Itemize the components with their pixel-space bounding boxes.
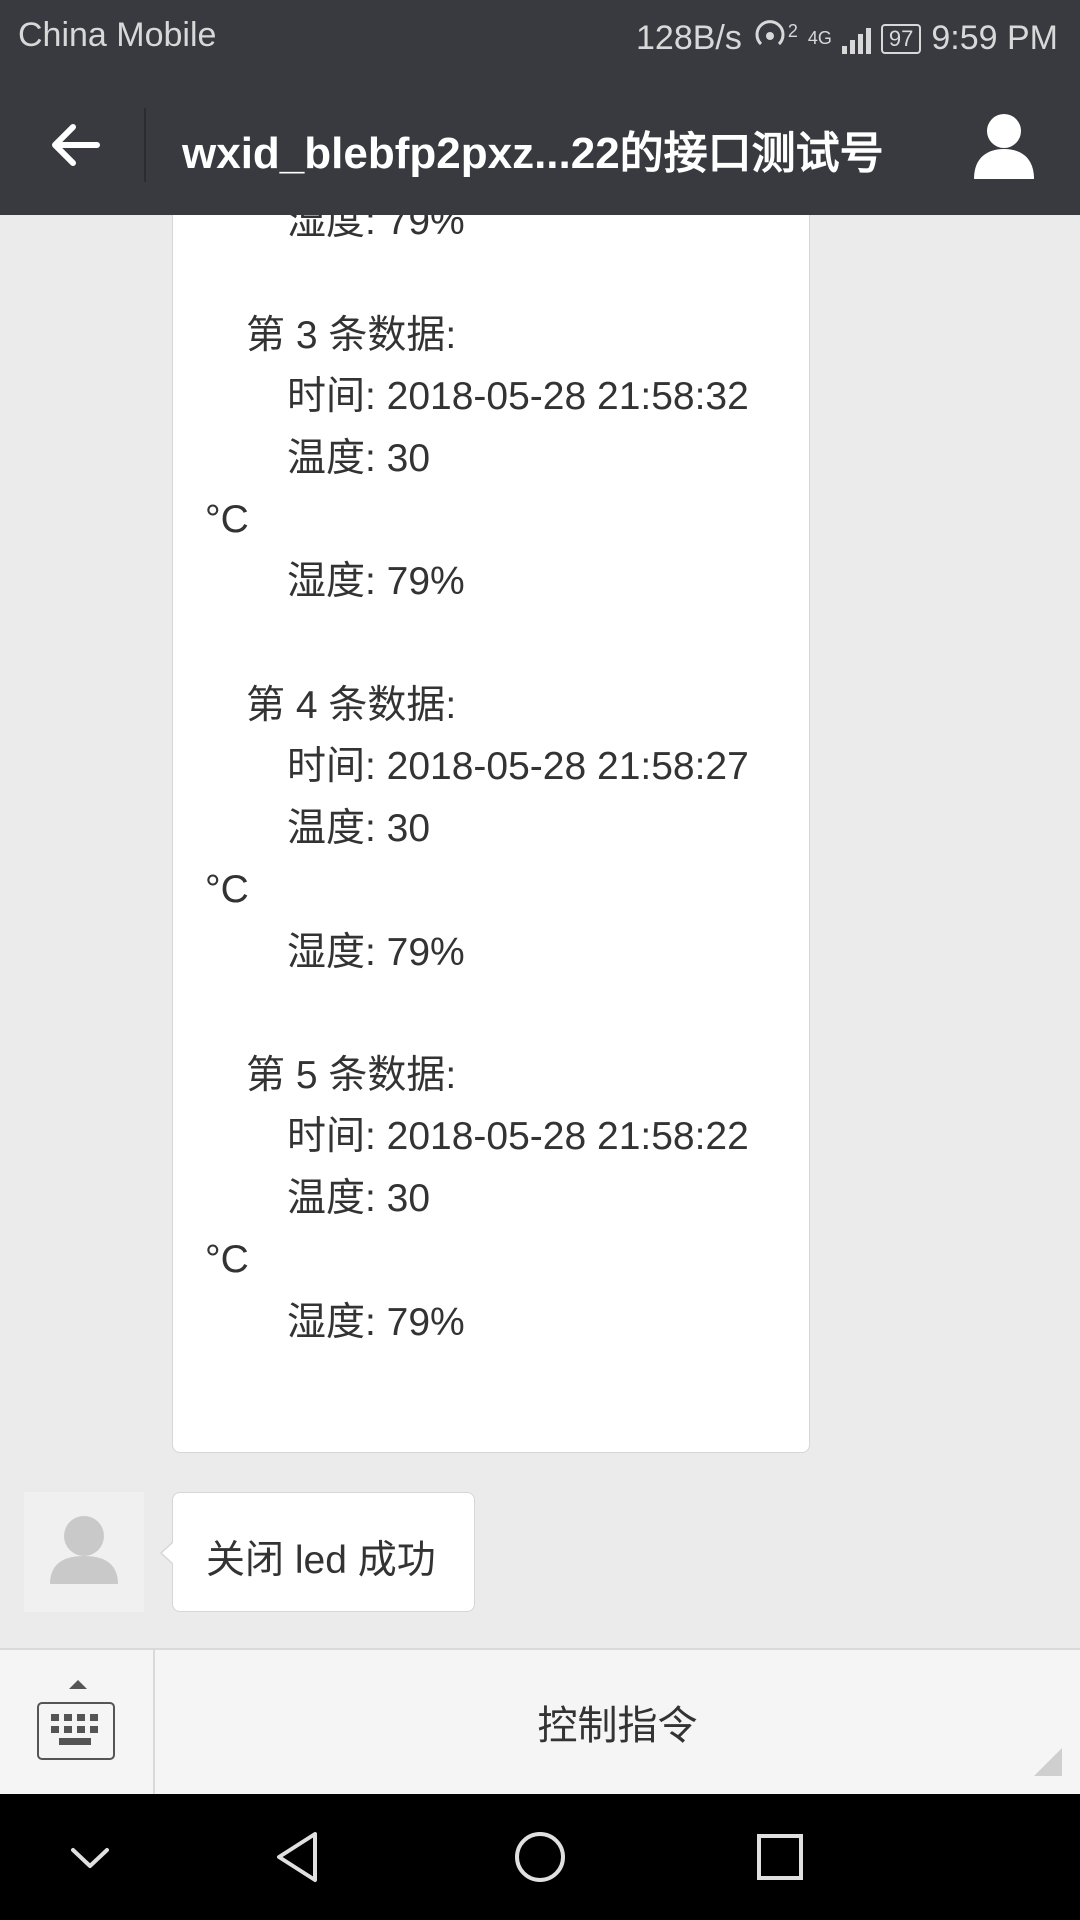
chat-header: wxid_blebfp2pxz...22的接口测试号 [0,75,1080,215]
back-button[interactable] [30,105,120,185]
bottom-menu-bar: 控制指令 [0,1648,1080,1794]
clock: 9:59 PM [931,19,1058,57]
profile-button[interactable] [968,109,1040,181]
chevron-down-icon [71,1848,109,1868]
system-nav-bar [0,1794,1080,1920]
menu-button-control[interactable]: 控制指令 [155,1650,1080,1794]
message-line: 时间: 2018-05-28 21:58:32 [287,375,749,418]
header-divider [144,108,146,182]
message-line: 温度: 30 [287,807,431,850]
keyboard-icon [37,1702,115,1760]
message-line: 湿度: 79% [287,215,465,243]
nav-hide-button[interactable] [55,1822,125,1892]
status-bar: China Mobile 128B/s 2 4G 97 9:59 PM [0,0,1080,75]
message-line: 温度: 30 [287,1177,431,1220]
recents-square-icon [757,1834,803,1880]
back-triangle-icon [277,1832,317,1882]
submenu-corner-icon [1034,1748,1062,1776]
battery-icon: 97 [880,23,922,54]
message-line: 第 4 条数据: [246,684,457,727]
back-arrow-icon [52,124,100,166]
message-line: °C [205,498,249,541]
message-line: °C [205,1238,249,1281]
menu-button-label: 控制指令 [537,1704,698,1748]
avatar[interactable] [24,1492,144,1612]
message-line: 湿度: 79% [287,560,465,603]
message-line: 时间: 2018-05-28 21:58:27 [287,745,749,788]
keyboard-toggle-button[interactable] [0,1650,155,1794]
message-line: 时间: 2018-05-28 21:58:22 [287,1115,749,1158]
person-icon [974,114,1034,179]
message-line: 温度: 30 [287,437,431,480]
message-line: °C [205,868,249,911]
message-line: 第 5 条数据: [246,1054,457,1097]
home-circle-icon [515,1832,565,1882]
message-line: 湿度: 79% [287,931,465,974]
hotspot-icon [752,16,792,61]
carrier-name: China Mobile [18,16,217,54]
page-title: wxid_blebfp2pxz...22的接口测试号 [182,129,884,178]
message-line: 湿度: 79% [287,1301,465,1344]
message-text: 关闭 led 成功 [206,1539,436,1582]
chevron-up-icon [69,1680,87,1689]
nav-home-button[interactable] [505,1822,575,1892]
net-speed: 128B/s [636,19,742,57]
network-type: 4G [807,28,832,48]
message-bubble-data[interactable]: 湿度: 79% 第 3 条数据: 时间: 2018-05-28 21:58:32… [172,215,810,1453]
message-line: 第 3 条数据: [246,314,457,357]
chat-area[interactable]: 湿度: 79% 第 3 条数据: 时间: 2018-05-28 21:58:32… [0,215,1080,1648]
message-bubble-led[interactable]: 关闭 led 成功 [160,1492,475,1612]
default-avatar-icon [50,1516,118,1584]
nav-back-button[interactable] [265,1822,335,1892]
status-indicators: 128B/s 2 4G 97 9:59 PM [636,16,1058,61]
hotspot-count: 2 [787,21,798,41]
nav-recents-button[interactable] [745,1822,815,1892]
signal-icon [841,24,871,54]
